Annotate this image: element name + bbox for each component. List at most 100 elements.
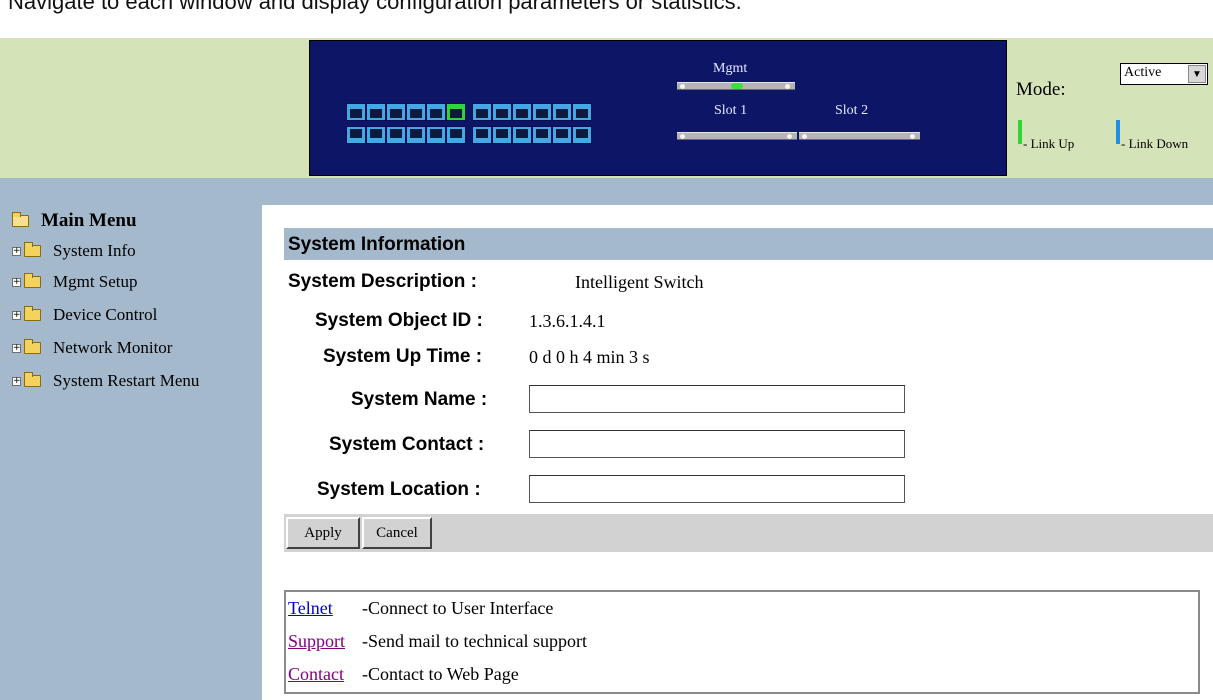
page-instructions: Navigate to each window and display conf… (0, 0, 1213, 38)
support-link-description: -Send mail to technical support (362, 631, 587, 651)
sidebar-item-network-monitor[interactable]: + Network Monitor (12, 338, 172, 358)
support-link[interactable]: Support (288, 631, 345, 651)
port-19[interactable] (532, 103, 552, 121)
port-jack-icon (556, 129, 568, 138)
port-group-2-12 (346, 126, 466, 144)
sidebar-item-system-info[interactable]: + System Info (12, 241, 136, 261)
sidebar-item-label: System Info (53, 241, 136, 260)
screw-icon (787, 134, 792, 139)
system-location-input[interactable] (529, 475, 905, 503)
screw-icon (910, 134, 915, 139)
cancel-button[interactable]: Cancel (362, 517, 432, 549)
port-10[interactable] (426, 126, 446, 144)
port-6[interactable] (386, 126, 406, 144)
system-object-id-value: 1.3.6.1.4.1 (529, 311, 606, 331)
port-jack-icon (476, 109, 488, 118)
mode-select-value: Active (1124, 65, 1162, 80)
system-name-row: System Name : (284, 385, 1204, 415)
port-9[interactable] (426, 103, 446, 121)
sidebar: Main Menu + System Info + Mgmt Setup + D… (0, 205, 262, 700)
slot1-label: Slot 1 (714, 103, 748, 118)
port-11-link-up[interactable] (446, 103, 466, 121)
system-description-label: System Description : (288, 271, 477, 292)
port-5[interactable] (386, 103, 406, 121)
sidebar-item-device-control[interactable]: + Device Control (12, 305, 157, 325)
system-contact-label: System Contact : (329, 434, 485, 455)
port-jack-icon (496, 109, 508, 118)
port-16[interactable] (492, 126, 512, 144)
mode-select[interactable]: Active ▼ (1120, 63, 1208, 85)
main-menu-title[interactable]: Main Menu (12, 210, 137, 232)
system-object-id-row: System Object ID : 1.3.6.1.4.1 (284, 310, 1204, 340)
port-jack-icon (576, 129, 588, 138)
folder-icon (24, 339, 41, 354)
folder-icon (24, 242, 41, 257)
link-down-swatch-icon (1116, 120, 1120, 144)
header-subbar (0, 178, 1213, 205)
slot2-bar[interactable] (799, 132, 920, 140)
apply-button[interactable]: Apply (286, 517, 360, 549)
expand-plus-icon[interactable]: + (12, 310, 21, 320)
sidebar-item-system-restart-menu[interactable]: + System Restart Menu (12, 371, 199, 391)
port-12[interactable] (446, 126, 466, 144)
expand-plus-icon[interactable]: + (12, 376, 21, 386)
port-2[interactable] (346, 126, 366, 144)
folder-icon (24, 372, 41, 387)
telnet-link[interactable]: Telnet (288, 598, 333, 618)
telnet-link-description: -Connect to User Interface (362, 598, 554, 618)
port-jack-icon (410, 129, 422, 138)
button-bar: Apply Cancel (284, 514, 1213, 552)
port-jack-icon (390, 129, 402, 138)
port-7[interactable] (406, 103, 426, 121)
port-group-14-24 (472, 126, 592, 144)
port-jack-icon (536, 129, 548, 138)
port-14[interactable] (472, 126, 492, 144)
contact-link-description: -Contact to Web Page (362, 664, 519, 684)
main-menu-label: Main Menu (41, 210, 137, 231)
port-jack-icon (476, 129, 488, 138)
help-links-box: Telnet -Connect to User Interface Suppor… (284, 590, 1200, 694)
port-4[interactable] (366, 126, 386, 144)
port-21[interactable] (552, 103, 572, 121)
port-17[interactable] (512, 103, 532, 121)
sidebar-item-label: System Restart Menu (53, 371, 200, 390)
expand-plus-icon[interactable]: + (12, 277, 21, 287)
port-24[interactable] (572, 126, 592, 144)
mode-label: Mode: (1016, 79, 1066, 100)
contact-link[interactable]: Contact (288, 664, 344, 684)
folder-open-icon (12, 212, 29, 227)
mgmt-slot[interactable] (677, 82, 795, 90)
port-18[interactable] (512, 126, 532, 144)
port-3[interactable] (366, 103, 386, 121)
port-jack-icon (350, 129, 362, 138)
port-15[interactable] (492, 103, 512, 121)
system-uptime-label: System Up Time : (323, 346, 483, 367)
port-13[interactable] (472, 103, 492, 121)
port-row-top (346, 103, 592, 121)
port-group-13-24 (472, 103, 592, 121)
slot1-bar[interactable] (677, 132, 797, 140)
sidebar-item-label: Device Control (53, 305, 158, 324)
port-jack-icon (350, 109, 362, 118)
screw-icon (802, 134, 807, 139)
sidebar-item-label: Mgmt Setup (53, 272, 138, 291)
port-jack-icon (370, 129, 382, 138)
port-8[interactable] (406, 126, 426, 144)
port-22[interactable] (552, 126, 572, 144)
sidebar-item-mgmt-setup[interactable]: + Mgmt Setup (12, 272, 138, 292)
port-jack-icon (516, 109, 528, 118)
system-name-input[interactable] (529, 385, 905, 413)
dropdown-arrow-icon[interactable]: ▼ (1188, 65, 1206, 83)
port-jack-icon (410, 109, 422, 118)
port-array (346, 103, 592, 149)
port-23[interactable] (572, 103, 592, 121)
support-link-row: Support -Send mail to technical support (288, 631, 587, 652)
expand-plus-icon[interactable]: + (12, 246, 21, 256)
port-20[interactable] (532, 126, 552, 144)
system-object-id-label: System Object ID : (315, 310, 483, 331)
mgmt-label: Mgmt (713, 61, 748, 76)
port-1[interactable] (346, 103, 366, 121)
system-contact-input[interactable] (529, 430, 905, 458)
system-location-label: System Location : (317, 479, 481, 500)
expand-plus-icon[interactable]: + (12, 343, 21, 353)
